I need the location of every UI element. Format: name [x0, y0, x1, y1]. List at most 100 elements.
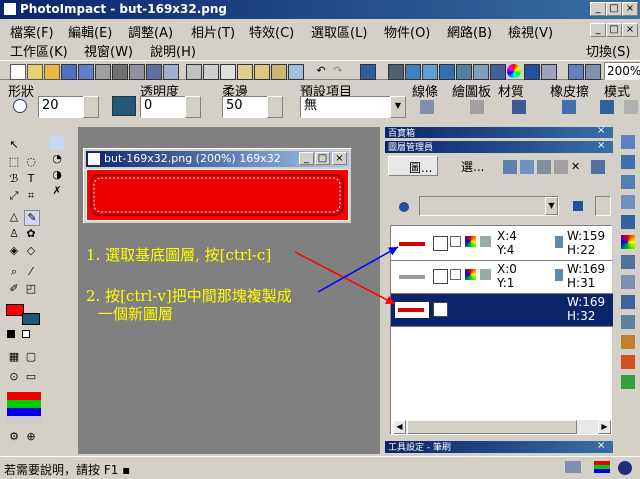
panel-toggle-1-icon[interactable] — [50, 136, 64, 150]
selection-tab[interactable]: 選... — [441, 156, 491, 176]
brush-size-spinner[interactable] — [83, 96, 99, 118]
close-button[interactable]: × — [622, 2, 638, 16]
eraser-icon[interactable] — [562, 100, 576, 114]
retouch-tool-icon[interactable]: ✿ — [24, 227, 38, 241]
color-wheel-icon[interactable] — [507, 64, 521, 78]
document-title-bar[interactable]: but-169x32.png (200%) 169x32 _ □ × — [86, 151, 349, 167]
softedge-spinner[interactable] — [267, 96, 283, 118]
scan-icon[interactable] — [146, 64, 162, 80]
paint-brush-tool-icon[interactable]: ✎ — [24, 210, 40, 226]
save-icon[interactable] — [61, 64, 77, 80]
film-icon[interactable] — [524, 64, 540, 80]
clone-tool-icon[interactable]: ♙ — [7, 227, 21, 241]
zoom-fit-icon[interactable] — [585, 64, 601, 80]
color-panel-icon[interactable] — [621, 235, 635, 249]
menu-adjust[interactable]: 調整(A) — [128, 22, 173, 41]
crop-icon[interactable] — [186, 64, 202, 80]
doc-win-close-button[interactable]: × — [332, 152, 347, 165]
grid-icon[interactable] — [473, 64, 489, 80]
menu-switch[interactable]: 切換(S) — [586, 41, 630, 60]
panel-opacity-field[interactable] — [595, 196, 611, 216]
menu-workspace[interactable]: 工作區(K) — [10, 41, 68, 60]
tablet-icon[interactable] — [470, 100, 484, 114]
redo-icon[interactable]: ↷ — [331, 64, 345, 78]
doc-close-button[interactable]: × — [622, 23, 638, 37]
effects-icon[interactable] — [541, 64, 557, 80]
bezier-tool-icon[interactable]: ℬ — [7, 172, 21, 186]
treasure-panel-title-bar[interactable]: 百寶箱 × — [385, 125, 613, 139]
eyedropper-tool-icon[interactable]: ⁄ — [24, 265, 38, 279]
preset-dropdown-icon[interactable]: ▼ — [390, 96, 406, 118]
menu-edit[interactable]: 編輯(E) — [68, 22, 112, 41]
camera-icon[interactable] — [388, 64, 404, 80]
paste-new-icon[interactable] — [254, 64, 270, 80]
blend-mode-dropdown-icon[interactable]: ▼ — [545, 197, 558, 215]
zoom-tool-icon[interactable] — [568, 64, 584, 80]
mode-more-icon[interactable] — [624, 100, 638, 114]
doc-restore-button[interactable]: □ — [606, 23, 622, 37]
monitor-icon[interactable] — [439, 64, 455, 80]
grid-view-icon[interactable]: ▦ — [7, 350, 21, 364]
crop-tool-icon[interactable]: ⌗ — [24, 189, 38, 203]
background-color-swatch[interactable] — [22, 313, 40, 325]
ruler-icon[interactable] — [565, 461, 581, 473]
print-icon[interactable] — [112, 64, 128, 80]
duplicate-icon[interactable] — [288, 64, 304, 80]
folder-icon[interactable] — [44, 64, 60, 80]
paste-icon[interactable] — [237, 64, 253, 80]
pick-tool-icon[interactable]: ↖ — [7, 138, 21, 152]
scroll-right-icon[interactable]: ▶ — [598, 420, 611, 434]
shape-icon[interactable] — [480, 269, 491, 280]
menu-photo[interactable]: 相片(T) — [191, 22, 235, 41]
image-icon[interactable] — [422, 64, 438, 80]
save-all-icon[interactable] — [95, 64, 111, 80]
scroll-thumb[interactable] — [407, 420, 577, 434]
doc-win-minimize-button[interactable]: _ — [299, 152, 314, 165]
panel-toggle-2-icon[interactable]: ◔ — [50, 152, 64, 166]
swap-colors-icon[interactable] — [22, 330, 30, 338]
layer-merge-icon[interactable] — [520, 160, 534, 174]
treasure-panel-close-icon[interactable]: × — [597, 125, 605, 136]
table-icon[interactable] — [456, 64, 472, 80]
window-view-icon[interactable]: ▢ — [24, 350, 38, 364]
acquire-icon[interactable] — [163, 64, 179, 80]
zoom-tool-icon[interactable]: ⌕ — [7, 265, 21, 279]
menu-web[interactable]: 網路(B) — [447, 22, 492, 41]
lock-icon[interactable] — [450, 269, 461, 280]
history-icon[interactable] — [621, 275, 635, 289]
color-swatch[interactable] — [112, 96, 136, 116]
layer-delete-icon[interactable]: ✕ — [571, 160, 585, 174]
panel-toggle-3-icon[interactable]: ◑ — [50, 168, 64, 182]
layer-menu-icon[interactable] — [591, 160, 605, 174]
shape-icon[interactable] — [480, 236, 491, 247]
shape-tool-icon[interactable]: △ — [7, 210, 21, 224]
status-globe-icon[interactable] — [618, 461, 632, 475]
navigator-icon[interactable] — [621, 215, 635, 229]
undo-icon[interactable]: ↶ — [314, 64, 328, 78]
tool-settings-title-bar[interactable]: 工具設定 - 筆刷 × — [385, 440, 613, 453]
lasso-tool-icon[interactable]: ◌ — [24, 155, 38, 169]
opacity-spinner[interactable] — [185, 96, 201, 118]
mode-check-icon[interactable] — [600, 100, 614, 114]
layer-row-1[interactable]: X:4 Y:4 W:159 H:22 — [391, 228, 613, 261]
menu-file[interactable]: 檔案(F) — [10, 22, 54, 41]
layer-panel-close-icon[interactable]: × — [597, 140, 605, 151]
open-icon[interactable] — [27, 64, 43, 80]
options-icon[interactable]: ⚙ — [7, 430, 21, 444]
object-library-icon[interactable] — [621, 375, 635, 389]
visibility-icon[interactable] — [433, 269, 448, 284]
visibility-icon[interactable] — [433, 236, 448, 251]
paste-object-icon[interactable] — [271, 64, 287, 80]
lock-icon[interactable] — [450, 236, 461, 247]
default-colors-icon[interactable] — [7, 330, 15, 338]
menu-help[interactable]: 說明(H) — [150, 41, 196, 60]
zoom-field[interactable]: 200% — [604, 62, 640, 80]
web-icon[interactable] — [405, 64, 421, 80]
maximize-button[interactable]: □ — [606, 2, 622, 16]
tool-settings-close-icon[interactable]: × — [597, 440, 605, 451]
eraser-tool-icon[interactable]: ◇ — [24, 244, 38, 258]
text-tool-icon[interactable]: T — [24, 172, 38, 186]
color-icon[interactable] — [465, 236, 476, 247]
gallery-icon[interactable] — [621, 335, 635, 349]
color-mode-icon[interactable] — [594, 461, 610, 473]
